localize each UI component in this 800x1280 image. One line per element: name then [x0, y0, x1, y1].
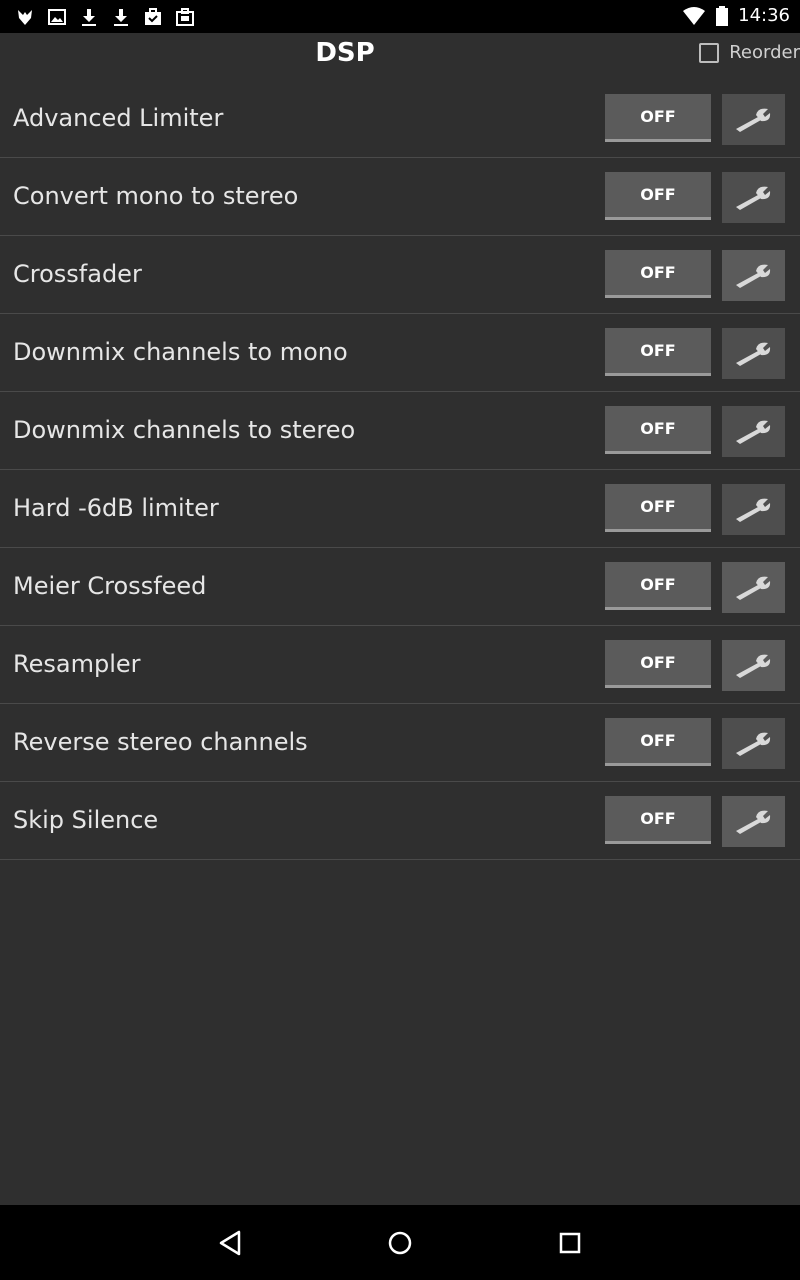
toggle-button[interactable]: OFF — [605, 406, 711, 454]
dsp-row: Resampler OFF — [0, 626, 800, 704]
wrench-icon — [735, 498, 770, 522]
toggle-button[interactable]: OFF — [605, 94, 711, 142]
settings-button[interactable] — [722, 94, 785, 145]
reorder-label: Reorder — [729, 42, 800, 63]
toggle-button[interactable]: OFF — [605, 250, 711, 298]
settings-button[interactable] — [722, 718, 785, 769]
battery-icon — [716, 5, 729, 26]
download-icon — [82, 9, 96, 26]
dsp-label: Reverse stereo channels — [13, 728, 308, 756]
settings-button[interactable] — [722, 328, 785, 379]
briefcase-check-icon — [145, 8, 161, 25]
dsp-list: Advanced Limiter OFF Convert mono to ste… — [0, 80, 800, 860]
dsp-label: Skip Silence — [13, 806, 159, 834]
wifi-icon — [683, 6, 706, 25]
dsp-row: Crossfader OFF — [0, 236, 800, 314]
status-icons-left — [14, 6, 196, 28]
settings-button[interactable] — [722, 406, 785, 457]
dsp-label: Hard -6dB limiter — [13, 494, 219, 522]
app-header: DSP Reorder — [0, 33, 800, 78]
dsp-row: Downmix channels to stereo OFF — [0, 392, 800, 470]
dsp-row: Convert mono to stereo OFF — [0, 158, 800, 236]
toggle-button[interactable]: OFF — [605, 640, 711, 688]
dsp-label: Meier Crossfeed — [13, 572, 207, 600]
toggle-button[interactable]: OFF — [605, 562, 711, 610]
dsp-label: Advanced Limiter — [13, 104, 224, 132]
dsp-row: Reverse stereo channels OFF — [0, 704, 800, 782]
reorder-toggle[interactable]: Reorder — [699, 42, 800, 63]
settings-button[interactable] — [722, 172, 785, 223]
clock: 14:36 — [738, 5, 790, 26]
status-icons-right: 14:36 — [682, 5, 790, 26]
toggle-button[interactable]: OFF — [605, 718, 711, 766]
wrench-icon — [735, 654, 770, 678]
toggle-button[interactable]: OFF — [605, 172, 711, 220]
settings-button[interactable] — [722, 562, 785, 613]
briefcase-icon — [176, 8, 194, 26]
status-bar: 14:36 — [0, 0, 800, 33]
toggle-button[interactable]: OFF — [605, 796, 711, 844]
reorder-checkbox[interactable] — [699, 42, 720, 63]
dsp-label: Downmix channels to mono — [13, 338, 348, 366]
settings-button[interactable] — [722, 250, 785, 301]
toggle-button[interactable]: OFF — [605, 328, 711, 376]
navigation-bar — [0, 1205, 800, 1280]
page-title: DSP — [315, 38, 375, 68]
image-icon — [48, 9, 66, 25]
toggle-button[interactable]: OFF — [605, 484, 711, 532]
wrench-icon — [735, 420, 770, 444]
wrench-icon — [735, 186, 770, 210]
dsp-row: Advanced Limiter OFF — [0, 80, 800, 158]
back-icon[interactable] — [215, 1227, 247, 1259]
dsp-label: Resampler — [13, 650, 141, 678]
dsp-label: Convert mono to stereo — [13, 182, 299, 210]
recents-icon[interactable] — [554, 1227, 586, 1259]
wrench-icon — [735, 732, 770, 756]
settings-button[interactable] — [722, 640, 785, 691]
dsp-row: Downmix channels to mono OFF — [0, 314, 800, 392]
settings-button[interactable] — [722, 484, 785, 535]
dsp-row: Meier Crossfeed OFF — [0, 548, 800, 626]
dsp-row: Hard -6dB limiter OFF — [0, 470, 800, 548]
wrench-icon — [735, 264, 770, 288]
wrench-icon — [735, 108, 770, 132]
settings-button[interactable] — [722, 796, 785, 847]
dsp-label: Crossfader — [13, 260, 142, 288]
download-icon — [114, 9, 128, 26]
app-icon — [18, 10, 32, 25]
dsp-label: Downmix channels to stereo — [13, 416, 356, 444]
dsp-row: Skip Silence OFF — [0, 782, 800, 860]
wrench-icon — [735, 576, 770, 600]
wrench-icon — [735, 810, 770, 834]
home-icon[interactable] — [384, 1227, 416, 1259]
wrench-icon — [735, 342, 770, 366]
